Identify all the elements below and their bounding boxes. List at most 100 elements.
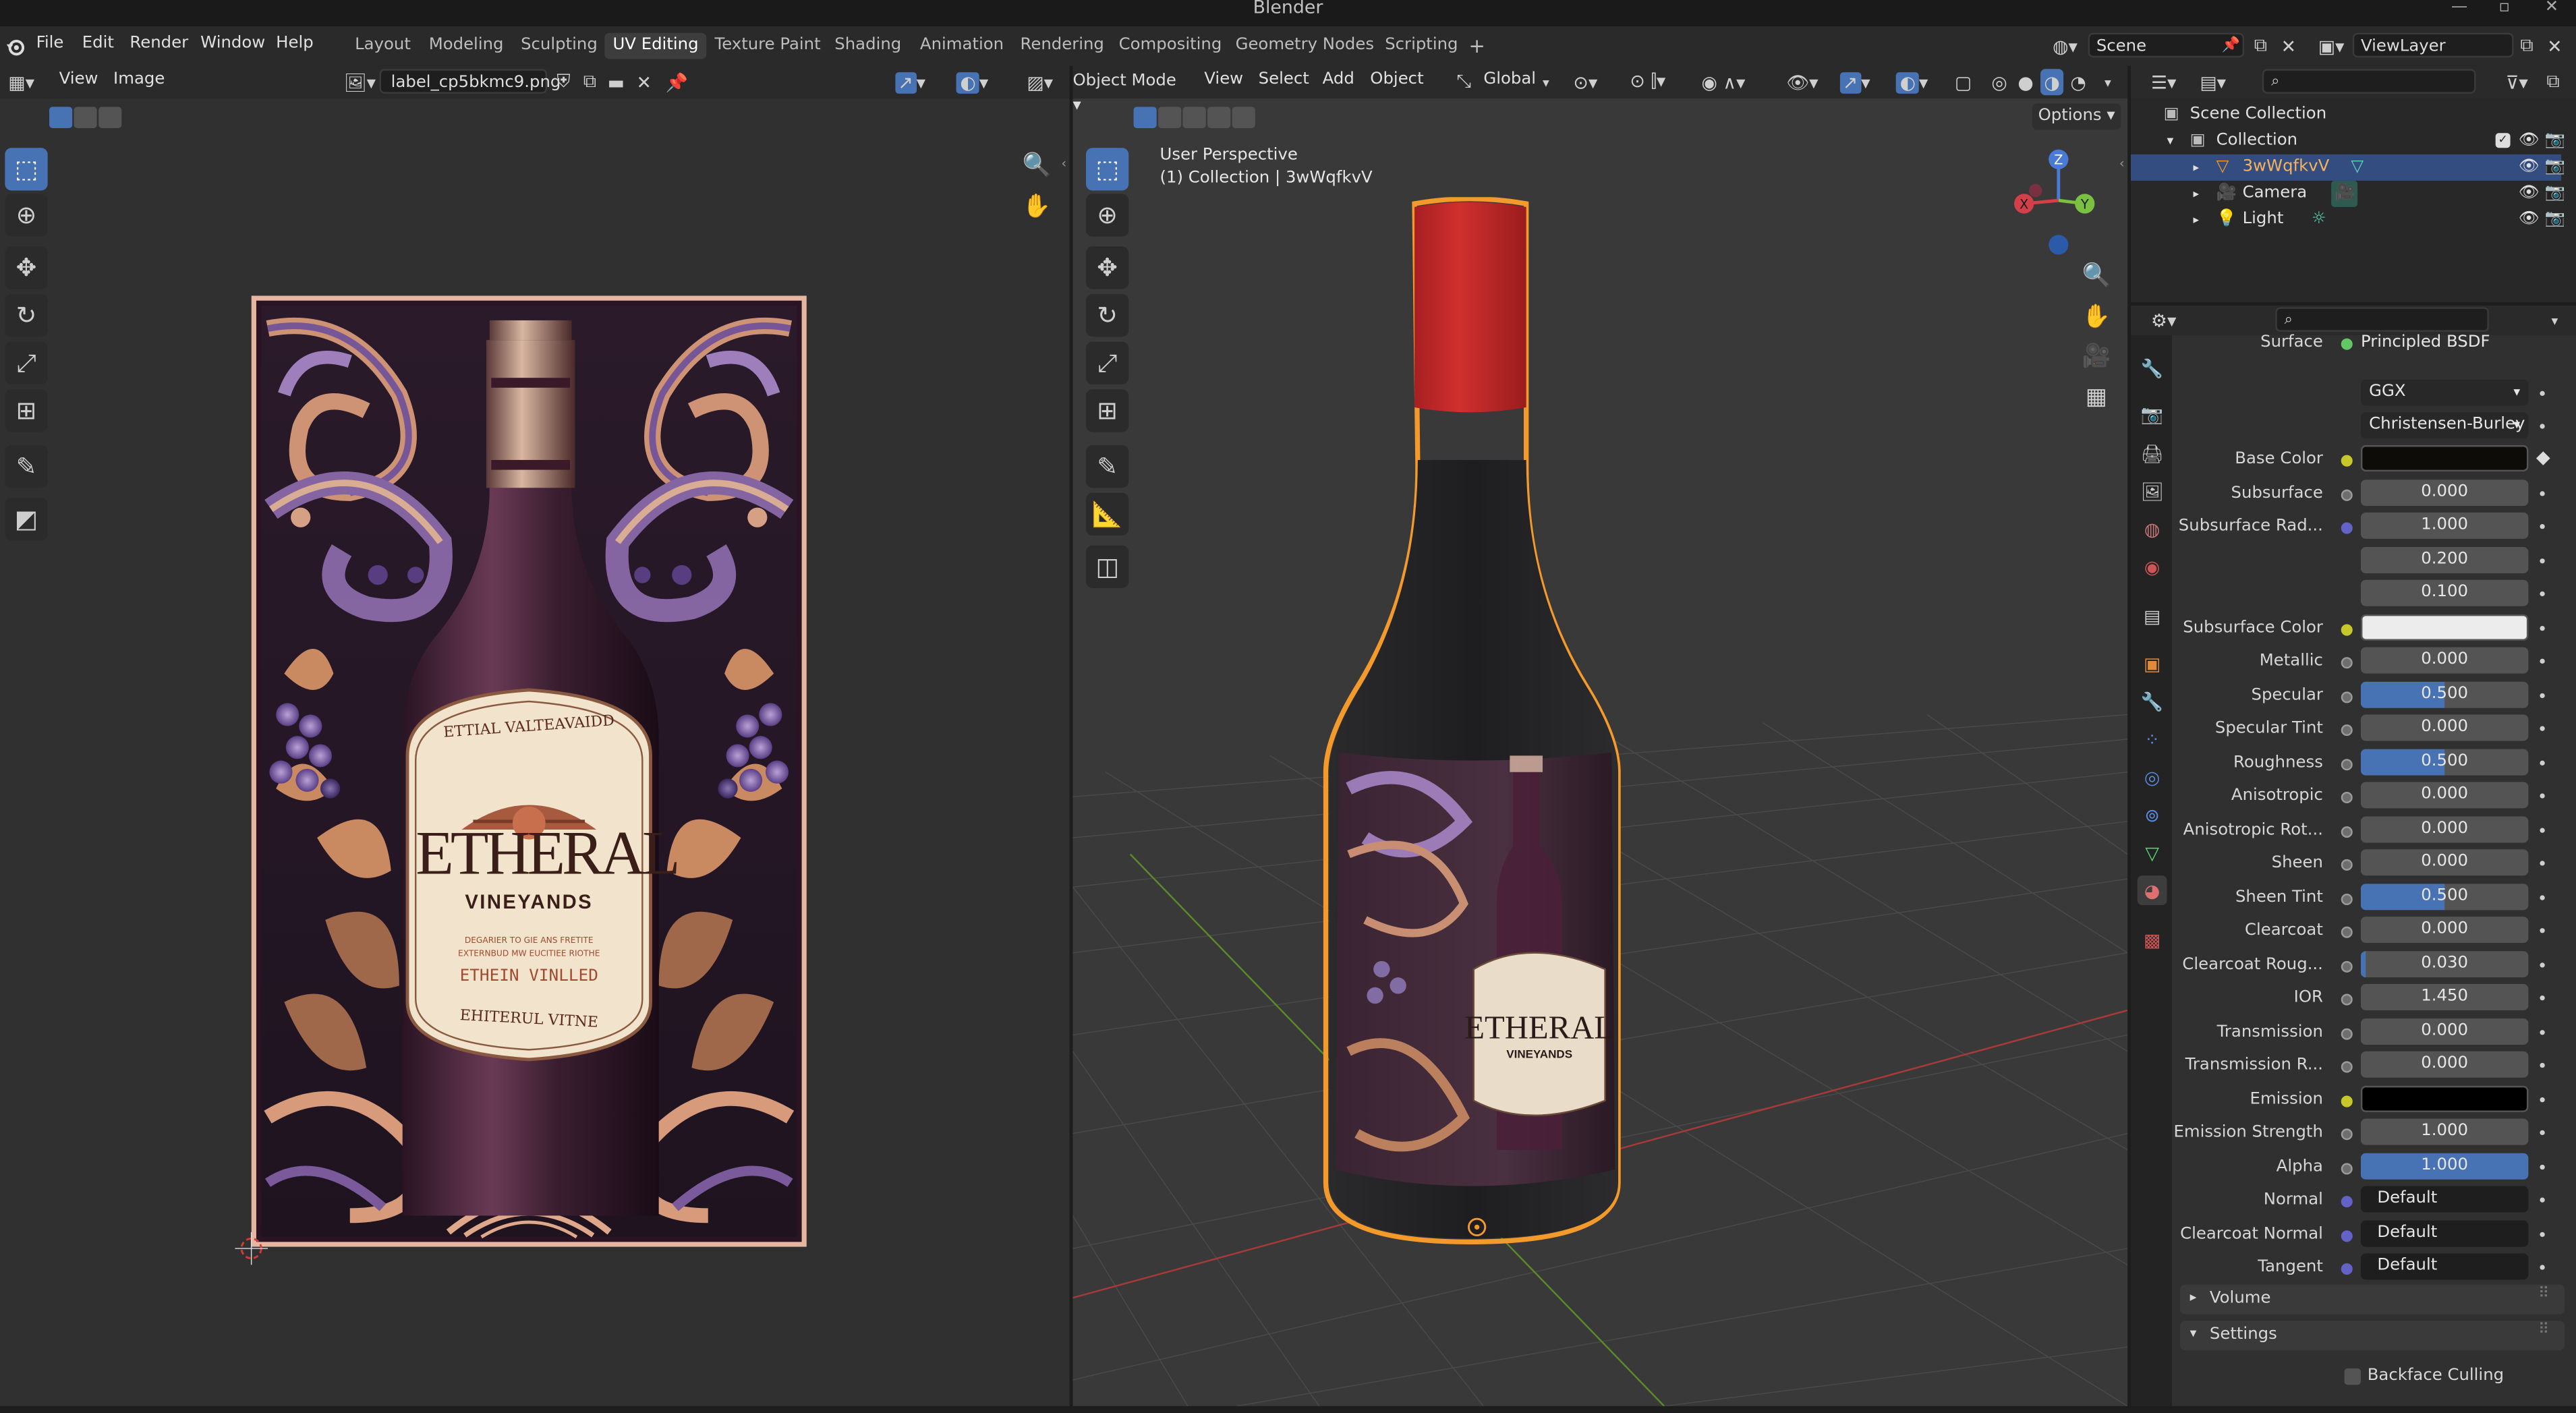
keyframe-dot-icon[interactable]: [2540, 591, 2545, 597]
add-workspace-button[interactable]: +: [1460, 33, 1493, 59]
scene-icon[interactable]: ◍▾: [2045, 33, 2084, 59]
socket-icon[interactable]: [2341, 859, 2353, 871]
new-scene-icon[interactable]: ⧉: [2249, 33, 2272, 59]
rotate-tool[interactable]: ↻: [5, 293, 48, 337]
link-field[interactable]: Default: [2360, 1220, 2529, 1247]
physics-tab-icon[interactable]: ◎: [2138, 762, 2167, 792]
socket-icon[interactable]: [2341, 1163, 2353, 1175]
shading-material-icon[interactable]: ◑: [2040, 69, 2064, 96]
keyframe-dot-icon[interactable]: [2540, 726, 2545, 731]
maximize-icon[interactable]: ▫: [2499, 0, 2511, 16]
subsurface-method-dropdown[interactable]: Christensen-Burley ▾: [2360, 412, 2529, 439]
uv-menu-image[interactable]: Image: [113, 71, 165, 89]
keyframe-dot-icon[interactable]: [2540, 1265, 2545, 1270]
vp-select-extend-icon[interactable]: [1158, 107, 1182, 128]
drag-handle-icon[interactable]: ⠿: [2538, 1323, 2549, 1339]
keyframe-dot-icon[interactable]: [2540, 895, 2545, 900]
number-slider[interactable]: 0.100: [2360, 579, 2529, 606]
surface-socket-icon[interactable]: [2341, 338, 2353, 350]
select-mode-new-icon[interactable]: [49, 107, 73, 128]
socket-icon[interactable]: [2341, 1230, 2353, 1242]
surface-shader-value[interactable]: Principled BSDF: [2361, 333, 2490, 351]
expand-arrow-icon[interactable]: ▸: [2194, 207, 2200, 233]
uv-overlay-icon[interactable]: ◐ ▾: [950, 69, 996, 95]
dropdown-chevron-icon[interactable]: ▾: [1536, 69, 1555, 95]
keyframe-dot-icon[interactable]: [2540, 658, 2545, 664]
keyframe-dot-icon[interactable]: [2540, 861, 2545, 866]
particles-tab-icon[interactable]: ⁘: [2138, 724, 2167, 754]
keyframe-dot-icon[interactable]: [2540, 1232, 2545, 1238]
pan-hand-icon[interactable]: ✋: [1019, 189, 1055, 225]
render-camera-icon[interactable]: 📷: [2545, 154, 2565, 181]
tab-animation[interactable]: Animation: [912, 33, 1012, 59]
transform-orientation[interactable]: Global: [1483, 71, 1536, 89]
keyframe-dot-icon[interactable]: [2540, 793, 2545, 799]
keyframe-dot-icon[interactable]: [2540, 391, 2545, 396]
sidebar-toggle-icon[interactable]: ‹: [1061, 156, 1066, 171]
number-slider[interactable]: 1.000: [2360, 1153, 2529, 1180]
render-camera-icon[interactable]: 📷: [2545, 207, 2565, 233]
menu-render[interactable]: Render: [130, 34, 188, 53]
socket-icon[interactable]: [2341, 926, 2353, 938]
camera-data-icon[interactable]: 🎥: [2331, 180, 2359, 207]
outliner-editor-type-icon[interactable]: ☰▾: [2144, 69, 2183, 95]
filter-icon[interactable]: ⊽▾: [2499, 69, 2536, 95]
color-swatch[interactable]: [2360, 1085, 2529, 1112]
new-view-layer-icon[interactable]: ⧉: [2515, 33, 2538, 59]
number-slider[interactable]: 0.000: [2360, 849, 2529, 876]
vp-select-intersect-icon[interactable]: [1232, 107, 1255, 128]
backface-culling-checkbox[interactable]: [2344, 1368, 2361, 1385]
select-box-tool[interactable]: ⬚: [5, 148, 48, 191]
collection-tab-icon[interactable]: ▤: [2138, 601, 2167, 631]
collection-checkbox[interactable]: ✓: [2495, 133, 2511, 148]
socket-icon[interactable]: [2341, 960, 2353, 973]
vp-scale-tool[interactable]: ⤢: [1085, 341, 1129, 384]
vp-menu-add[interactable]: Add: [1323, 71, 1354, 89]
vp-menu-view[interactable]: View: [1204, 71, 1243, 89]
scene-tab-icon[interactable]: ◍: [2138, 514, 2167, 544]
vp-measure-tool[interactable]: 📐: [1085, 492, 1129, 536]
tab-layout[interactable]: Layout: [347, 33, 419, 59]
number-slider[interactable]: 0.000: [2360, 816, 2529, 843]
transform-orientation-icon[interactable]: ⤡: [1452, 69, 1475, 95]
tab-compositing[interactable]: Compositing: [1110, 33, 1230, 59]
keyframe-dot-icon[interactable]: [2540, 1164, 2545, 1170]
keyframe-dot-icon[interactable]: [2540, 491, 2545, 496]
drag-handle-icon[interactable]: ⠿: [2538, 1286, 2549, 1302]
display-channels-icon[interactable]: ▨▾: [1017, 69, 1063, 95]
object-tab-icon[interactable]: ▣: [2138, 649, 2167, 679]
keyframe-dot-icon[interactable]: [2540, 558, 2545, 564]
display-mode-icon[interactable]: ▤▾: [2194, 69, 2233, 95]
keyframe-dot-icon[interactable]: [2540, 625, 2545, 631]
visibility-eye-icon[interactable]: 👁: [2519, 207, 2540, 233]
vp-annotate-tool[interactable]: ✎: [1085, 445, 1129, 488]
vp-rotate-tool[interactable]: ↻: [1085, 293, 1129, 337]
menu-edit[interactable]: Edit: [82, 34, 114, 53]
socket-icon[interactable]: [2341, 893, 2353, 906]
vp-select-invert-icon[interactable]: [1207, 107, 1231, 128]
number-slider[interactable]: 0.000: [2360, 480, 2529, 507]
number-slider[interactable]: 1.000: [2360, 512, 2529, 539]
vp-select-subtract-icon[interactable]: [1182, 107, 1206, 128]
link-field[interactable]: Default: [2360, 1186, 2529, 1213]
shading-rendered-icon[interactable]: ◔: [2067, 69, 2090, 95]
number-slider[interactable]: 0.500: [2360, 884, 2529, 911]
socket-icon[interactable]: [2341, 1196, 2353, 1208]
options-button[interactable]: Options ▾: [2032, 103, 2121, 130]
visibility-icon[interactable]: 👁▾: [1783, 69, 1822, 95]
color-swatch[interactable]: [2360, 614, 2529, 641]
open-image-folder-icon[interactable]: ▬: [604, 69, 627, 95]
number-slider[interactable]: 0.200: [2360, 547, 2529, 574]
keyframe-dot-icon[interactable]: [2540, 1130, 2545, 1135]
scale-tool[interactable]: ⤢: [5, 341, 48, 384]
world-tab-icon[interactable]: ◉: [2138, 552, 2167, 581]
navigation-gizmo[interactable]: Z Y X: [2009, 140, 2108, 263]
output-tab-icon[interactable]: 🖨: [2138, 438, 2167, 468]
move-tool[interactable]: ✥: [5, 246, 48, 289]
socket-icon[interactable]: [2341, 791, 2353, 804]
number-slider[interactable]: 1.000: [2360, 1118, 2529, 1145]
socket-icon[interactable]: [2341, 1028, 2353, 1040]
socket-icon[interactable]: [2341, 1263, 2353, 1275]
wine-bottle-object[interactable]: ETHERAL VINEYANDS: [1316, 197, 1628, 1248]
shading-solid-icon[interactable]: ●: [2014, 69, 2037, 95]
